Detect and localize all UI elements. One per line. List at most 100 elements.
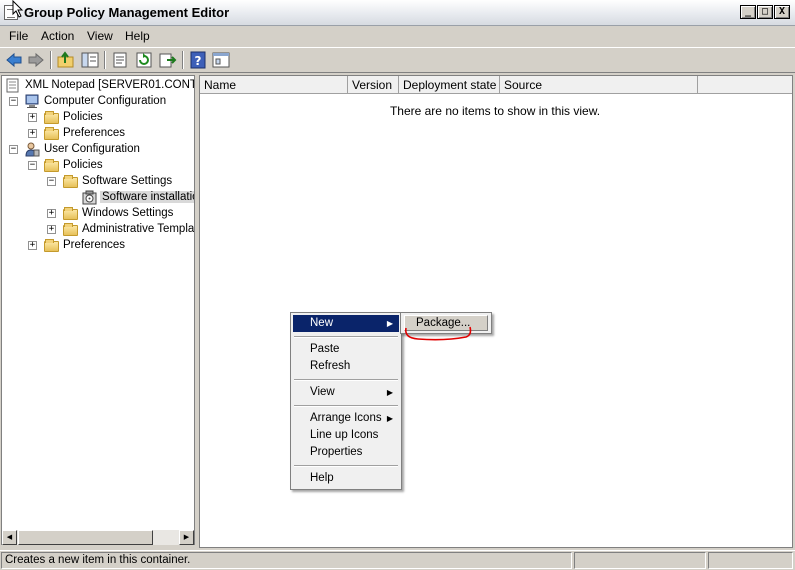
folder-icon — [63, 223, 78, 236]
menu-item-label: New — [310, 317, 334, 329]
column-header-source[interactable]: Source — [500, 76, 698, 94]
toolbar: ? — [0, 47, 795, 73]
tree-item-software-settings[interactable]: − Software Settings — [2, 174, 194, 190]
folder-icon — [63, 207, 78, 220]
context-menu-paste[interactable]: Paste — [293, 341, 399, 358]
menu-item-label: Arrange Icons — [310, 412, 382, 424]
scrollbar-thumb[interactable] — [18, 530, 153, 545]
menu-separator — [294, 405, 398, 407]
column-header-empty — [698, 76, 792, 94]
tree-item-root[interactable]: XML Notepad [SERVER01.CONTOSO — [2, 78, 194, 94]
folder-icon — [63, 175, 78, 188]
properties-icon[interactable] — [110, 51, 130, 69]
tree-item-label: Policies — [63, 159, 103, 171]
tree-item-administrative-templates[interactable]: + Administrative Templat — [2, 222, 195, 238]
computer-icon — [24, 94, 40, 109]
context-menu-help[interactable]: Help — [293, 470, 399, 487]
status-bar: Creates a new item in this container. — [0, 550, 795, 570]
refresh-icon[interactable] — [134, 51, 154, 69]
tree-item-label: Software Settings — [82, 175, 173, 187]
status-panel — [708, 552, 793, 569]
context-menu-new[interactable]: New ▶ — [293, 315, 399, 332]
context-menu-refresh[interactable]: Refresh — [293, 358, 399, 375]
toolbar-separator — [104, 51, 106, 69]
tree-item-label: Preferences — [63, 239, 126, 251]
context-menu-properties[interactable]: Properties — [293, 444, 399, 461]
column-header-deployment-state[interactable]: Deployment state — [399, 76, 500, 94]
red-underline-annotation — [404, 326, 472, 341]
menu-separator — [294, 379, 398, 381]
tree-item-label: Software installatio — [100, 191, 194, 203]
context-menu-view[interactable]: View ▶ — [293, 384, 399, 401]
expand-toggle[interactable]: + — [28, 241, 37, 250]
column-header-version[interactable]: Version — [348, 76, 399, 94]
back-arrow-icon[interactable] — [4, 51, 24, 69]
help-icon[interactable]: ? — [188, 51, 208, 69]
menu-action[interactable]: Action — [41, 29, 74, 43]
tree-item-windows-settings[interactable]: + Windows Settings — [2, 206, 194, 222]
close-button[interactable]: X — [774, 5, 790, 19]
status-panel — [574, 552, 706, 569]
expand-toggle[interactable]: + — [47, 225, 56, 234]
tree-item-uc-preferences[interactable]: + Preferences — [2, 238, 194, 254]
menu-view[interactable]: View — [87, 29, 113, 43]
menu-separator — [294, 465, 398, 467]
scroll-left-arrow-icon[interactable]: ◀ — [2, 530, 17, 545]
results-list[interactable]: Name Version Deployment state Source The… — [199, 75, 793, 548]
toolbar-separator — [182, 51, 184, 69]
tree-item-label: Preferences — [63, 127, 126, 139]
collapse-toggle[interactable]: − — [28, 161, 37, 170]
software-installation-icon — [82, 190, 98, 205]
expand-toggle[interactable]: + — [28, 113, 37, 122]
context-menu-arrange-icons[interactable]: Arrange Icons ▶ — [293, 410, 399, 427]
submenu-arrow-icon: ▶ — [386, 388, 393, 397]
console-tree[interactable]: XML Notepad [SERVER01.CONTOSO − Computer… — [1, 75, 195, 545]
tree-item-label: Administrative Templat — [82, 223, 195, 235]
expand-toggle[interactable]: + — [28, 129, 37, 138]
menu-separator — [294, 336, 398, 338]
folder-icon — [44, 159, 59, 172]
tree-item-user-configuration[interactable]: − User Configuration — [2, 142, 194, 158]
context-menu-line-up-icons[interactable]: Line up Icons — [293, 427, 399, 444]
menu-item-label: View — [310, 386, 335, 398]
forward-arrow-icon[interactable] — [26, 51, 46, 69]
user-icon — [24, 142, 40, 157]
folder-icon — [44, 127, 59, 140]
menu-help[interactable]: Help — [125, 29, 150, 43]
tree-item-label: Policies — [63, 111, 103, 123]
maximize-button[interactable]: □ — [757, 5, 773, 19]
context-menu: New ▶ Paste Refresh View ▶ Arrange Icons… — [290, 312, 402, 490]
tree-item-cc-preferences[interactable]: + Preferences — [2, 126, 194, 142]
mouse-cursor-icon — [12, 0, 24, 21]
collapse-toggle[interactable]: − — [47, 177, 56, 186]
tree-item-label: User Configuration — [44, 143, 140, 155]
empty-list-message: There are no items to show in this view. — [389, 104, 601, 118]
console-icon[interactable] — [211, 51, 231, 69]
tree-item-computer-configuration[interactable]: − Computer Configuration — [2, 94, 194, 110]
export-list-icon[interactable] — [158, 51, 178, 69]
minimize-button[interactable]: _ — [740, 5, 756, 19]
collapse-toggle[interactable]: − — [9, 145, 18, 154]
tree-item-label: XML Notepad [SERVER01.CONTOSO — [25, 79, 194, 91]
folder-icon — [44, 239, 59, 252]
status-message: Creates a new item in this container. — [1, 552, 572, 569]
submenu-arrow-icon: ▶ — [386, 414, 393, 423]
window-title: Group Policy Management Editor — [24, 5, 230, 20]
expand-toggle[interactable]: + — [47, 209, 56, 218]
toolbar-separator — [50, 51, 52, 69]
tree-item-cc-policies[interactable]: + Policies — [2, 110, 194, 126]
tree-horizontal-scrollbar[interactable]: ◀ ▶ — [2, 530, 194, 545]
tree-item-label: Windows Settings — [82, 207, 174, 219]
document-icon — [6, 78, 22, 93]
svg-text:?: ? — [195, 54, 202, 68]
column-header-name[interactable]: Name — [200, 76, 348, 94]
collapse-toggle[interactable]: − — [9, 97, 18, 106]
title-bar[interactable]: Group Policy Management Editor _ □ X — [0, 0, 795, 26]
menu-file[interactable]: File — [9, 29, 28, 43]
show-hide-tree-icon[interactable] — [80, 51, 100, 69]
submenu-arrow-icon: ▶ — [386, 319, 393, 328]
tree-item-uc-policies[interactable]: − Policies — [2, 158, 194, 174]
up-folder-icon[interactable] — [56, 51, 76, 69]
tree-item-software-installation[interactable]: Software installatio — [2, 190, 194, 206]
scroll-right-arrow-icon[interactable]: ▶ — [179, 530, 194, 545]
